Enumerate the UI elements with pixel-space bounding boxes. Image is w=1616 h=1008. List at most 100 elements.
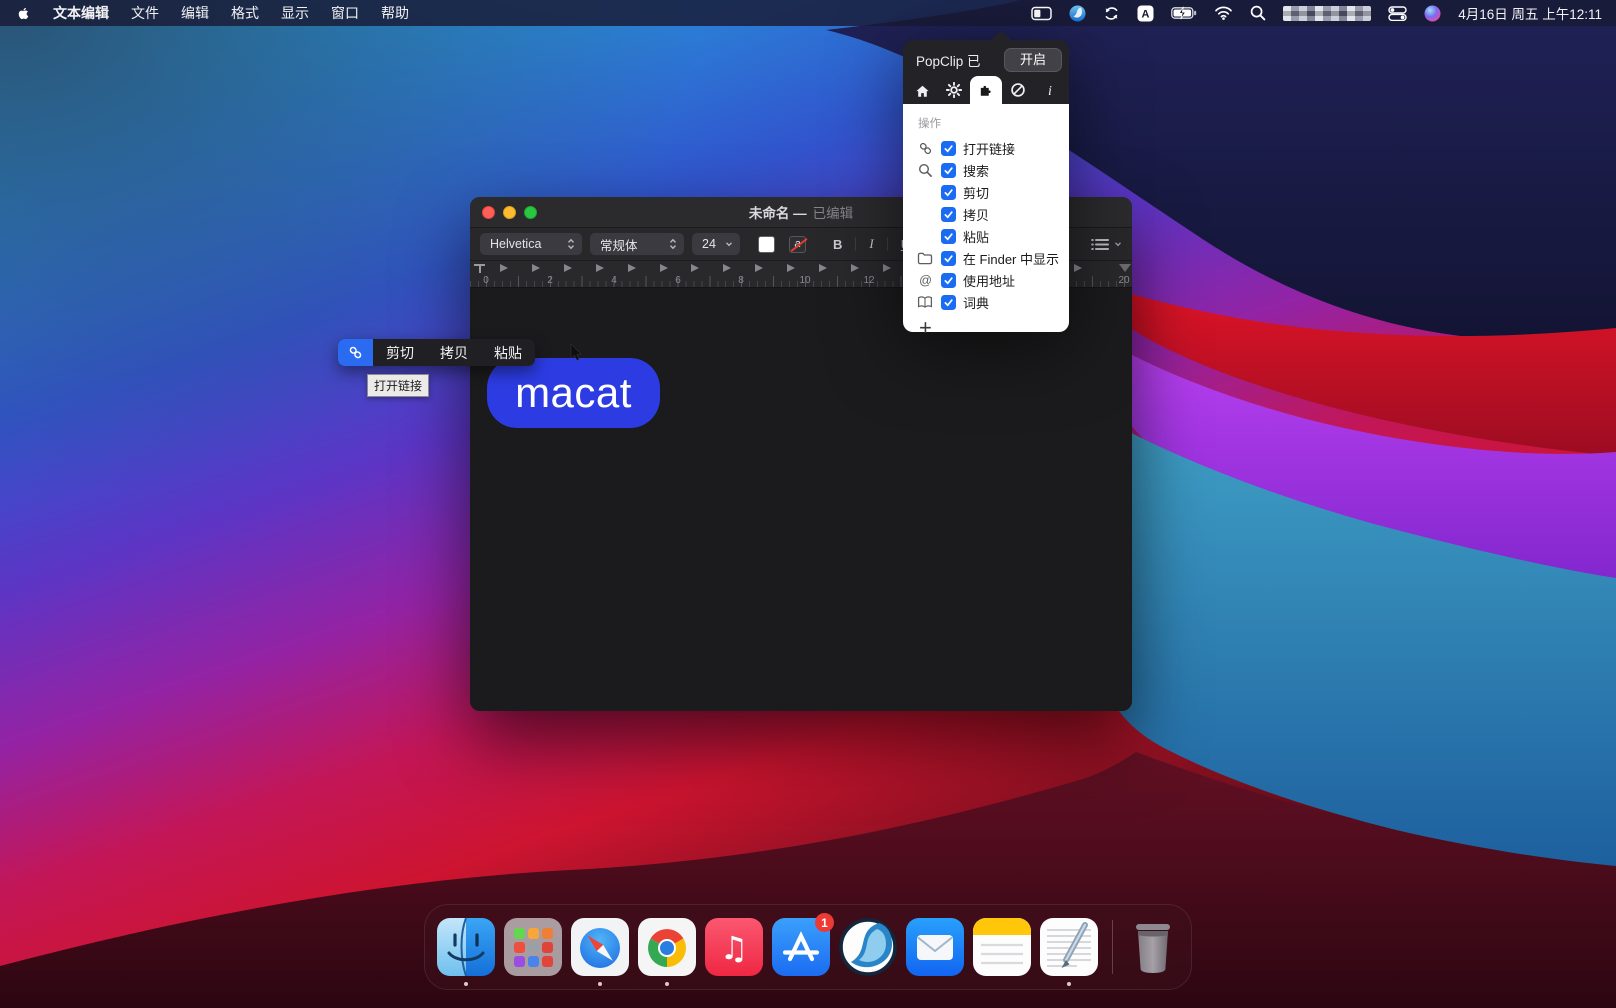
- font-style-select[interactable]: 常规体: [590, 233, 684, 255]
- checkbox-checked[interactable]: [941, 163, 956, 178]
- window-title-edited: 已编辑: [813, 206, 854, 221]
- menu-app-name[interactable]: 文本编辑: [53, 3, 109, 23]
- checkbox-checked[interactable]: [941, 141, 956, 156]
- menu-bar: 文本编辑 文件 编辑 格式 显示 窗口 帮助 A: [0, 0, 1616, 26]
- spotlight-search-icon[interactable]: [1250, 5, 1266, 21]
- dock-launchpad-icon[interactable]: [504, 918, 562, 976]
- menu-format[interactable]: 格式: [231, 3, 259, 23]
- bold-button[interactable]: B: [828, 237, 847, 252]
- chevron-down-icon[interactable]: [1114, 240, 1122, 248]
- running-indicator: [665, 982, 669, 986]
- chevron-down-icon: [725, 240, 733, 248]
- updown-chevron-icon: [567, 238, 575, 250]
- text-color-well[interactable]: [758, 236, 775, 253]
- control-center-icon[interactable]: [1388, 6, 1407, 21]
- action-label[interactable]: 搜索: [963, 161, 989, 180]
- action-row-show-in-finder: 在 Finder 中显示: [916, 247, 1059, 269]
- action-label[interactable]: 打开链接: [963, 139, 1015, 158]
- paste-button[interactable]: 粘贴: [481, 339, 535, 366]
- dock-chrome-icon[interactable]: [638, 918, 696, 976]
- redacted-username[interactable]: [1283, 6, 1371, 21]
- wifi-icon[interactable]: [1214, 6, 1233, 20]
- action-row-search: 搜索: [916, 159, 1059, 181]
- minimize-button[interactable]: [503, 206, 516, 219]
- dock-notes-icon[interactable]: [973, 918, 1031, 976]
- popclip-menu-icon[interactable]: [1069, 5, 1086, 22]
- checkbox-checked[interactable]: [941, 295, 956, 310]
- popover-header: PopClip 已 开启 i: [903, 40, 1069, 104]
- ruler-indent-marker[interactable]: [474, 264, 485, 266]
- action-label[interactable]: 粘贴: [963, 227, 989, 246]
- dock-finder-icon[interactable]: [437, 918, 495, 976]
- action-row-dictionary: 词典: [916, 291, 1059, 313]
- dock-wave-app-icon[interactable]: [839, 918, 897, 976]
- menubar-clock[interactable]: 4月16日 周五 上午12:11: [1458, 3, 1602, 23]
- popclip-enable-button[interactable]: 开启: [1004, 48, 1062, 72]
- dock-app-store-icon[interactable]: 1: [772, 918, 830, 976]
- ruler-number: 20: [1118, 275, 1129, 286]
- selected-text[interactable]: macat: [487, 358, 660, 428]
- input-source-icon[interactable]: A: [1137, 5, 1154, 22]
- tab-settings[interactable]: [938, 76, 970, 104]
- display-toggle-icon[interactable]: [1031, 6, 1052, 21]
- cut-button[interactable]: 剪切: [373, 339, 427, 366]
- tab-info[interactable]: i: [1034, 76, 1066, 104]
- prohibited-icon: [1010, 82, 1026, 98]
- running-indicator: [464, 982, 468, 986]
- list-style-icon[interactable]: [1091, 238, 1109, 251]
- dock-safari-icon[interactable]: [571, 918, 629, 976]
- action-label[interactable]: 词典: [963, 293, 989, 312]
- font-size-value: 24: [702, 237, 716, 251]
- search-icon: [916, 163, 934, 178]
- zoom-button[interactable]: [524, 206, 537, 219]
- add-action-button[interactable]: +: [919, 317, 939, 339]
- puzzle-icon: [978, 82, 994, 98]
- open-link-button[interactable]: [338, 339, 373, 366]
- menu-view[interactable]: 显示: [281, 3, 309, 23]
- checkbox-checked[interactable]: [941, 273, 956, 288]
- apple-logo-icon[interactable]: [16, 5, 31, 22]
- dock-textedit-icon[interactable]: [1040, 918, 1098, 976]
- actions-section-title: 操作: [918, 115, 1059, 131]
- dock-mail-icon[interactable]: [906, 918, 964, 976]
- mouse-cursor: [570, 344, 582, 362]
- menu-file[interactable]: 文件: [131, 3, 159, 23]
- battery-icon[interactable]: [1171, 6, 1197, 20]
- tab-excluded-apps[interactable]: [1002, 76, 1034, 104]
- dock-trash-icon[interactable]: [1127, 918, 1179, 976]
- action-label[interactable]: 使用地址: [963, 271, 1015, 290]
- link-icon: [348, 345, 363, 360]
- font-size-select[interactable]: 24: [692, 233, 740, 255]
- checkbox-checked[interactable]: [941, 185, 956, 200]
- menu-edit[interactable]: 编辑: [181, 3, 209, 23]
- dock-divider: [1112, 920, 1113, 974]
- menu-help[interactable]: 帮助: [381, 3, 409, 23]
- checkbox-checked[interactable]: [941, 251, 956, 266]
- copy-button[interactable]: 拷贝: [427, 339, 481, 366]
- ruler-number: 6: [675, 275, 681, 286]
- action-label[interactable]: 拷贝: [963, 205, 989, 224]
- tab-extensions[interactable]: [970, 76, 1002, 104]
- italic-button[interactable]: I: [864, 236, 878, 252]
- ruler-right-margin-marker[interactable]: [1119, 264, 1131, 272]
- at-sign-icon: @: [916, 273, 934, 288]
- background-color-well[interactable]: a: [789, 236, 806, 253]
- menu-window[interactable]: 窗口: [331, 3, 359, 23]
- checkbox-checked[interactable]: [941, 207, 956, 222]
- ruler-number: 0: [483, 275, 489, 286]
- close-button[interactable]: [482, 206, 495, 219]
- tab-home[interactable]: [906, 76, 938, 104]
- folder-icon: [916, 252, 934, 265]
- checkbox-checked[interactable]: [941, 229, 956, 244]
- action-label[interactable]: 剪切: [963, 183, 989, 202]
- text-area[interactable]: macat: [470, 288, 1132, 711]
- window-title: 未命名 —已编辑: [749, 202, 853, 222]
- siri-icon[interactable]: [1424, 5, 1441, 22]
- notification-badge: 1: [815, 913, 834, 932]
- book-icon: [916, 295, 934, 309]
- action-label[interactable]: 在 Finder 中显示: [963, 249, 1059, 268]
- input-source-letter: A: [1142, 8, 1150, 20]
- dock-music-icon[interactable]: ♫: [705, 918, 763, 976]
- sync-arrows-icon[interactable]: [1103, 5, 1120, 22]
- font-family-select[interactable]: Helvetica: [480, 233, 582, 255]
